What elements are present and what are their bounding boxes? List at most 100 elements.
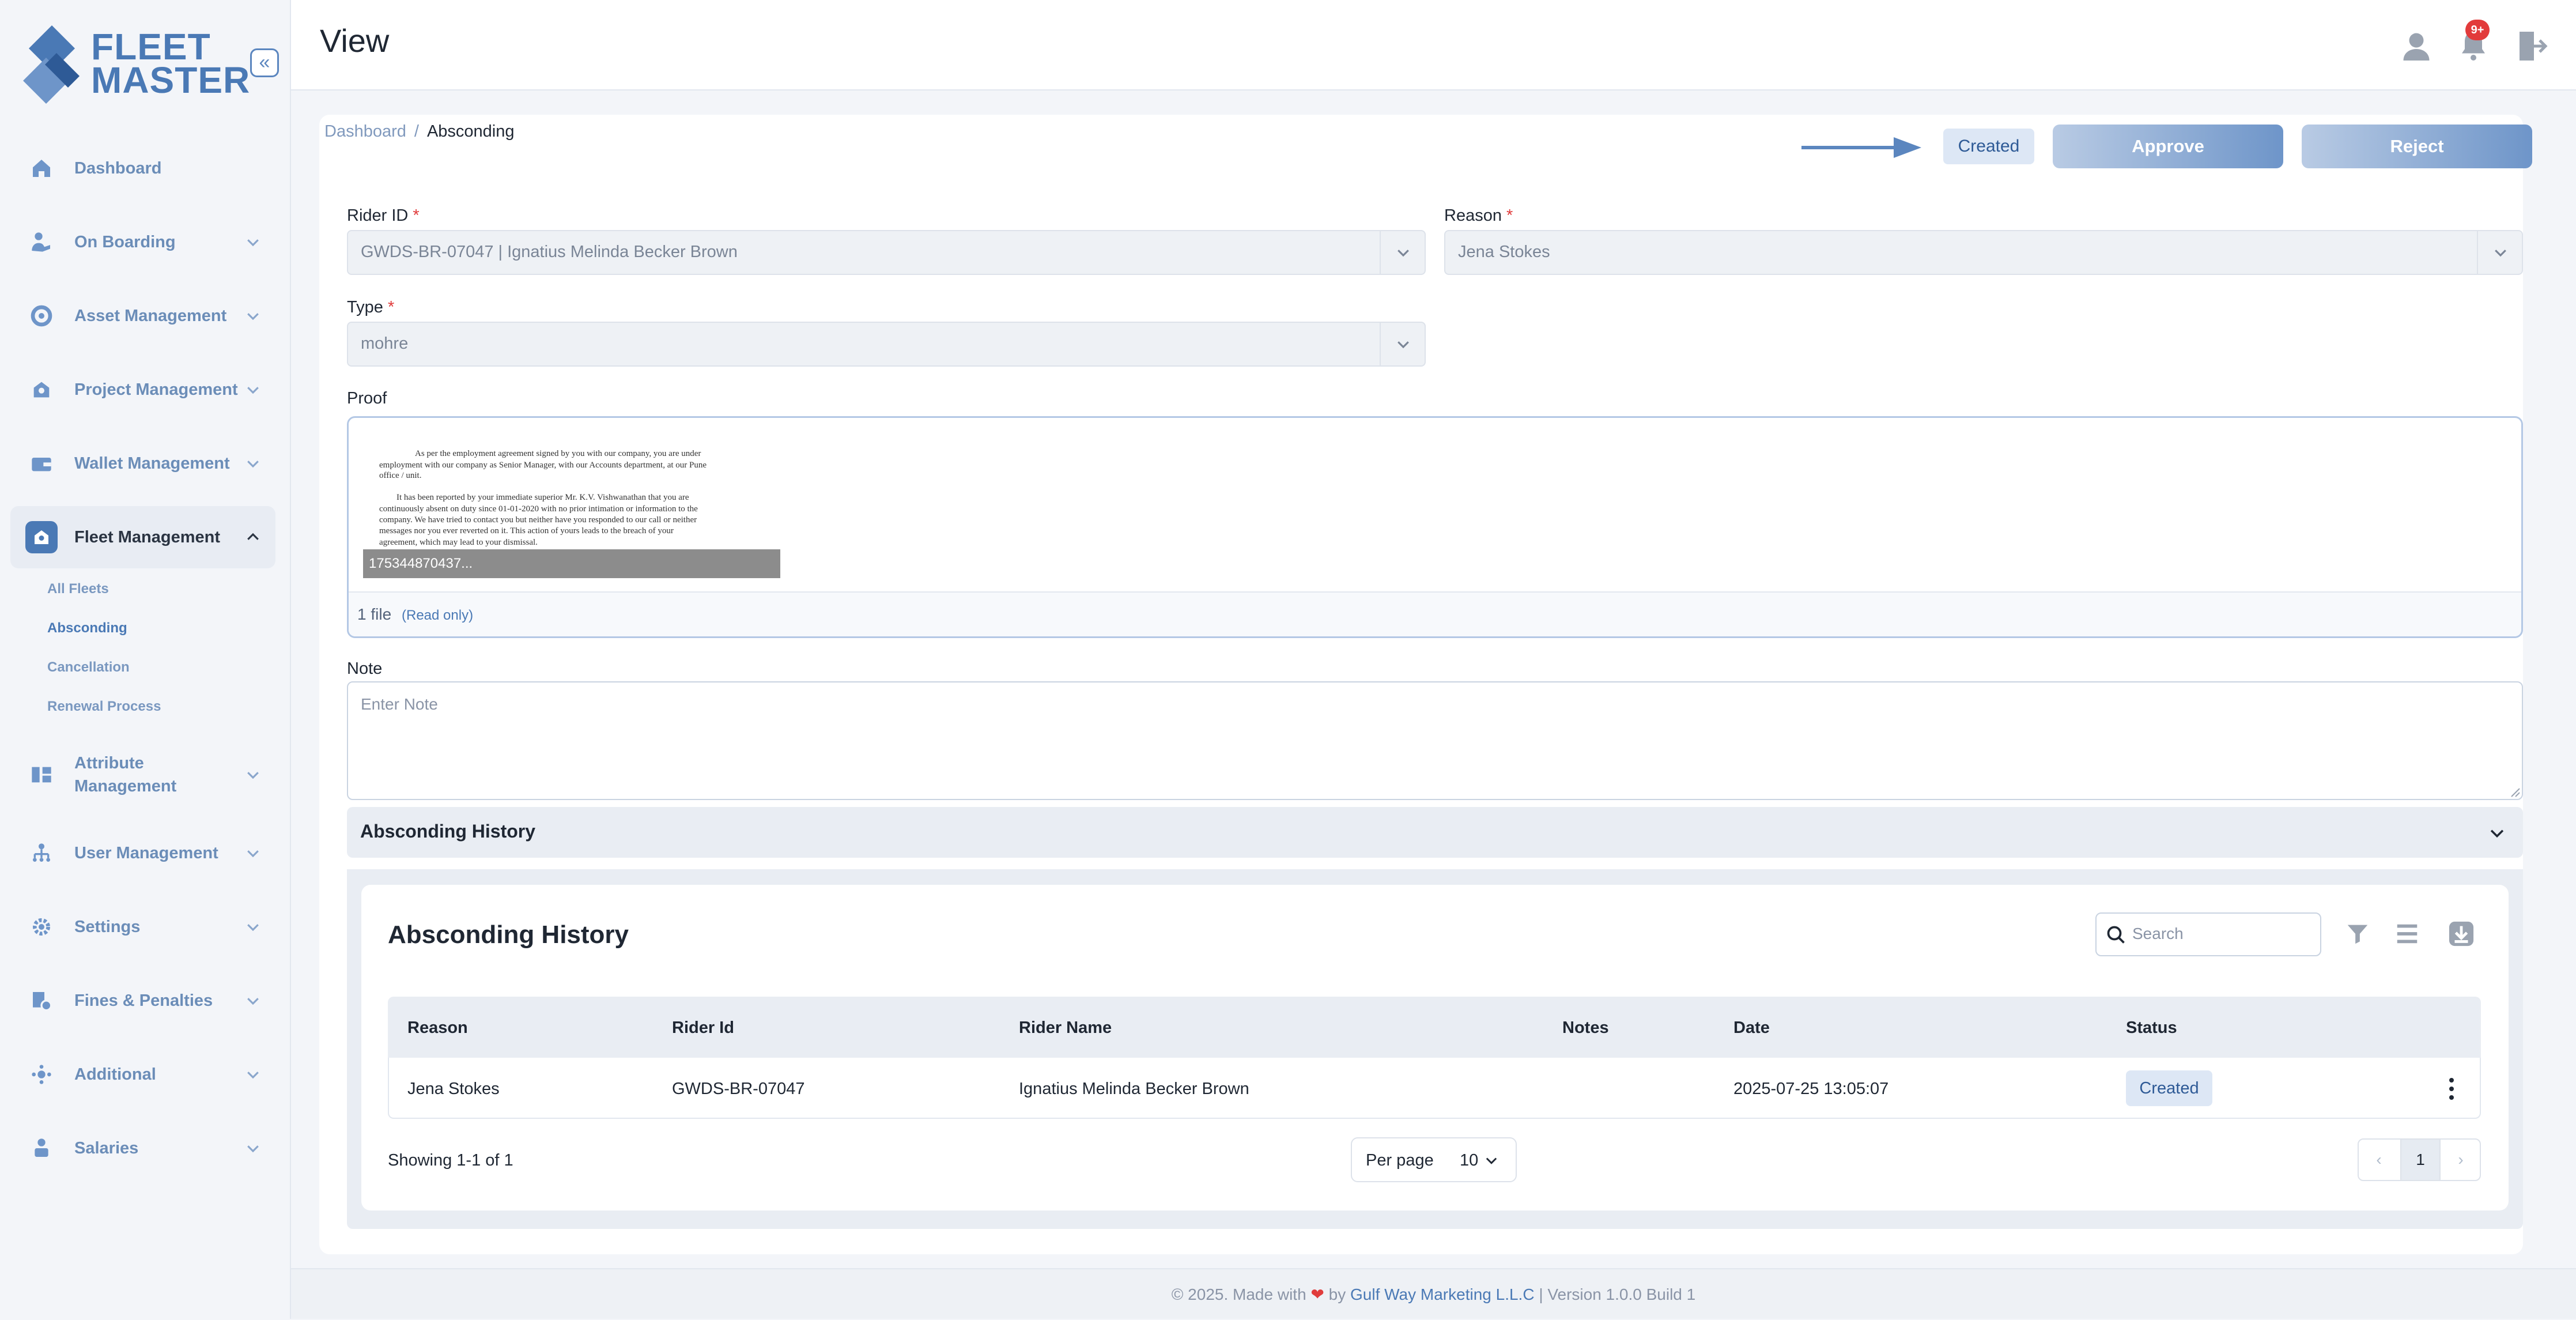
sidebar-item-label: User Management [74, 844, 218, 862]
read-only-indicator: (Read only) [402, 608, 474, 623]
logout-icon[interactable] [2514, 29, 2548, 63]
chevron-down-icon [1397, 341, 1409, 349]
sidebar-subitem-cancellation[interactable]: Cancellation [47, 659, 130, 676]
doc-text-line: It has been reported by your immediate s… [396, 493, 689, 502]
note-label: Note [347, 659, 383, 678]
footer-version: | Version 1.0.0 Build 1 [1539, 1285, 1696, 1303]
doc-text-line: agreement, which may lead to your dismis… [379, 538, 538, 547]
sidebar-item-salaries[interactable]: Salaries [10, 1117, 275, 1179]
chevron-down-icon[interactable] [2487, 823, 2507, 843]
cell-date: 2025-07-25 13:05:07 [1733, 1080, 1889, 1098]
chevron-down-icon [247, 772, 259, 779]
sidebar-item-user-management[interactable]: User Management [10, 822, 275, 884]
reject-button[interactable]: Reject [2302, 125, 2532, 168]
cell-rider-id: GWDS-BR-07047 [672, 1080, 805, 1098]
sidebar-item-settings[interactable]: Settings [10, 896, 275, 958]
sidebar-item-additional[interactable]: Additional [10, 1043, 275, 1106]
breadcrumb-dashboard-link[interactable]: Dashboard [324, 122, 406, 141]
chevron-down-icon [1397, 250, 1409, 257]
rider-id-value: GWDS-BR-07047 | Ignatius Melinda Becker … [361, 243, 738, 261]
sidebar-item-label: Fleet Management [74, 528, 220, 546]
chevron-down-icon [247, 1145, 259, 1153]
logo-mark-icon [23, 25, 80, 104]
cell-rider-name: Ignatius Melinda Becker Brown [1019, 1080, 1249, 1098]
sidebar-item-asset-management[interactable]: Asset Management [10, 285, 275, 347]
top-header: View [291, 0, 2576, 90]
search-input[interactable] [2095, 912, 2321, 956]
footer-by: by [1328, 1285, 1346, 1303]
columns-menu-icon[interactable] [2394, 921, 2420, 947]
column-header-status[interactable]: Status [2126, 1019, 2177, 1038]
pagination: ‹ 1 › [2358, 1138, 2481, 1181]
asset-icon [25, 300, 58, 332]
download-icon[interactable] [2448, 921, 2475, 947]
doc-text-line: office / unit. [379, 471, 422, 480]
rider-id-select[interactable]: GWDS-BR-07047 | Ignatius Melinda Becker … [347, 230, 1426, 275]
sidebar-item-attribute-management[interactable]: Attribute Management [10, 744, 275, 806]
user-profile-icon[interactable] [2399, 29, 2434, 63]
breadcrumb-separator: / [414, 122, 419, 141]
fleet-icon [25, 521, 58, 553]
double-chevron-left-icon: « [259, 51, 270, 73]
page-number-button[interactable]: 1 [2400, 1140, 2441, 1180]
reason-select[interactable]: Jena Stokes [1444, 230, 2523, 275]
type-value: mohre [361, 334, 409, 353]
column-header-rider-name[interactable]: Rider Name [1019, 1019, 1112, 1038]
sidebar-item-label: Settings [74, 918, 141, 936]
absconding-history-accordion-header[interactable] [347, 807, 2523, 858]
doc-text-line: As per the employment agreement signed b… [415, 449, 701, 458]
fleet-master-logo[interactable]: FLEET MASTER [23, 23, 250, 104]
proof-file-thumbnail[interactable]: As per the employment agreement signed b… [363, 435, 780, 578]
sidebar-item-label: Dashboard [74, 159, 162, 178]
sidebar-item-project-management[interactable]: Project Management [10, 359, 275, 421]
column-header-reason[interactable]: Reason [407, 1019, 468, 1038]
project-icon [25, 374, 58, 406]
company-link[interactable]: Gulf Way Marketing L.L.C [1350, 1285, 1535, 1303]
arrow-right-icon [1801, 137, 1921, 158]
row-actions-kebab-icon[interactable] [2448, 1077, 2455, 1101]
user-hierarchy-icon [25, 837, 58, 869]
rider-id-label: Rider ID * [347, 206, 420, 225]
salaries-icon [25, 1132, 58, 1164]
sidebar-item-fleet-management[interactable]: Fleet Management [10, 506, 275, 568]
per-page-value: 10 [1460, 1151, 1479, 1170]
proof-filename: 175344870437... [363, 549, 780, 578]
next-page-button[interactable]: › [2441, 1140, 2481, 1180]
doc-text-line: messages nor you ever reverted on it. Th… [379, 526, 674, 535]
collapse-sidebar-button[interactable]: « [250, 48, 279, 77]
footer-copyright: © 2025. Made with [1171, 1285, 1306, 1303]
doc-text-line: continuously absent on duty since 01-01-… [379, 504, 698, 514]
home-icon [25, 152, 58, 184]
sidebar-item-wallet-management[interactable]: Wallet Management [10, 432, 275, 495]
prev-page-button[interactable]: ‹ [2359, 1140, 2399, 1180]
sidebar-item-label: Wallet Management [74, 454, 230, 473]
heart-icon: ❤ [1310, 1285, 1324, 1303]
chevron-down-icon [247, 387, 259, 394]
sidebar-item-dashboard[interactable]: Dashboard [10, 137, 275, 199]
sidebar-subitem-all-fleets[interactable]: All Fleets [47, 581, 109, 597]
attribute-icon [25, 759, 58, 791]
sidebar-item-fines-penalties[interactable]: Fines & Penalties [10, 970, 275, 1032]
approve-button[interactable]: Approve [2053, 125, 2283, 168]
type-label: Type * [347, 298, 395, 316]
column-header-notes[interactable]: Notes [1562, 1019, 1609, 1038]
reason-value: Jena Stokes [1458, 243, 1550, 261]
logo-line-2: MASTER [91, 59, 251, 101]
chevron-down-icon [2495, 250, 2506, 257]
resize-handle-icon[interactable] [2510, 787, 2521, 798]
chevron-down-icon [1486, 1157, 1497, 1164]
sidebar: FLEET MASTER « Dashboard On Boarding Ass… [0, 0, 291, 1319]
filter-icon[interactable] [2344, 921, 2371, 947]
sidebar-item-label: Salaries [74, 1139, 139, 1157]
type-select[interactable]: mohre [347, 322, 1426, 367]
sidebar-item-on-boarding[interactable]: On Boarding [10, 211, 275, 273]
logo-line-1: FLEET [91, 26, 211, 67]
note-placeholder: Enter Note [361, 695, 438, 713]
doc-text-line: employment with our company as Senior Ma… [379, 461, 707, 470]
column-header-rider-id[interactable]: Rider Id [672, 1019, 734, 1038]
note-textarea[interactable] [347, 681, 2523, 800]
column-header-date[interactable]: Date [1733, 1019, 1770, 1038]
sidebar-subitem-renewal-process[interactable]: Renewal Process [47, 699, 161, 715]
sidebar-subitem-absconding[interactable]: Absconding [47, 620, 127, 636]
chevron-down-icon [247, 239, 259, 247]
